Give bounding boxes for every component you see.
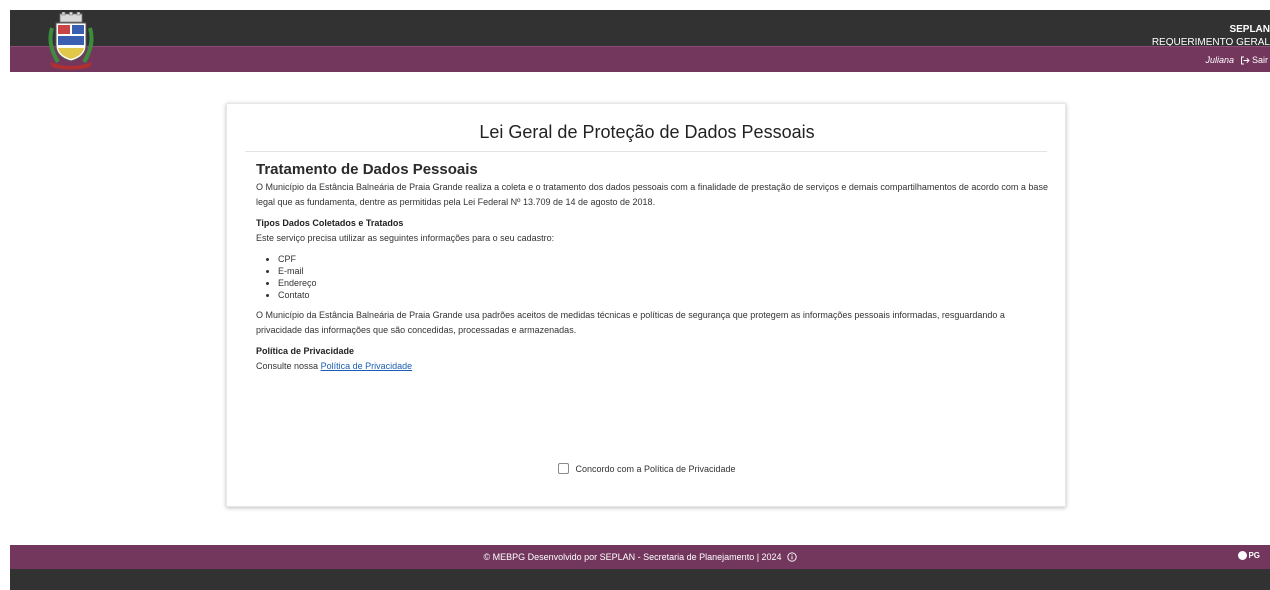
agree-label: Concordo com a Política de Privacidade bbox=[575, 463, 736, 474]
footer: © MEBPG Desenvolvido por SEPLAN - Secret… bbox=[10, 545, 1270, 569]
privacy-policy-prefix: Consulte nossa bbox=[256, 361, 319, 371]
data-types-heading: Tipos Dados Coletados e Tratados bbox=[256, 218, 404, 228]
logout-icon bbox=[1240, 56, 1250, 64]
intro-paragraph: O Município da Estância Balneária de Pra… bbox=[256, 182, 1048, 207]
data-types-intro: Este serviço precisa utilizar as seguint… bbox=[256, 233, 555, 243]
privacy-policy-link[interactable]: Política de Privacidade bbox=[321, 361, 413, 371]
agree-checkbox[interactable] bbox=[558, 463, 570, 474]
title-divider bbox=[245, 151, 1047, 152]
list-item: Endereço bbox=[278, 277, 1051, 289]
user-name: Juliana bbox=[1205, 55, 1234, 65]
privacy-policy-line: Consulte nossa Política de Privacidade bbox=[256, 359, 1051, 374]
list-item: CPF bbox=[278, 253, 1051, 265]
city-crest-logo[interactable] bbox=[46, 12, 96, 70]
section-title: Tratamento de Dados Pessoais bbox=[256, 161, 478, 178]
lgpd-card: Lei Geral de Proteção de Dados Pessoais … bbox=[226, 103, 1066, 507]
page: SEPLAN REQUERIMENTO GERAL Juliana Sair L… bbox=[0, 0, 1270, 590]
logout-label: Sair bbox=[1251, 55, 1268, 65]
list-item: E-mail bbox=[278, 265, 1051, 277]
user-bar bbox=[10, 46, 1270, 72]
user-area: Juliana Sair bbox=[1205, 55, 1268, 65]
page-title: Lei Geral de Proteção de Dados Pessoais bbox=[479, 122, 815, 142]
privacy-policy-heading: Política de Privacidade bbox=[256, 346, 355, 356]
logout-button[interactable]: Sair bbox=[1240, 55, 1268, 65]
info-icon[interactable] bbox=[786, 552, 797, 562]
header-org: SEPLAN bbox=[1229, 24, 1270, 35]
security-paragraph: O Município da Estância Balneária de Pra… bbox=[256, 310, 1005, 335]
pg-logo-text: PG bbox=[1248, 551, 1260, 560]
agree-checkbox-row[interactable]: Concordo com a Política de Privacidade bbox=[227, 463, 1067, 474]
footer-bottom-bar bbox=[10, 569, 1270, 590]
footer-credits: © MEBPG Desenvolvido por SEPLAN - Secret… bbox=[483, 552, 782, 562]
pg-logo-icon bbox=[1238, 551, 1248, 560]
list-item: Contato bbox=[278, 289, 1051, 301]
card-content: Tratamento de Dados Pessoais O Município… bbox=[256, 160, 1051, 374]
footer-text-row: © MEBPG Desenvolvido por SEPLAN - Secret… bbox=[10, 552, 1270, 562]
top-bar: SEPLAN REQUERIMENTO GERAL bbox=[10, 10, 1270, 48]
pg-logo: PG bbox=[1238, 551, 1260, 560]
data-types-list: CPF E-mail Endereço Contato bbox=[256, 253, 1051, 301]
